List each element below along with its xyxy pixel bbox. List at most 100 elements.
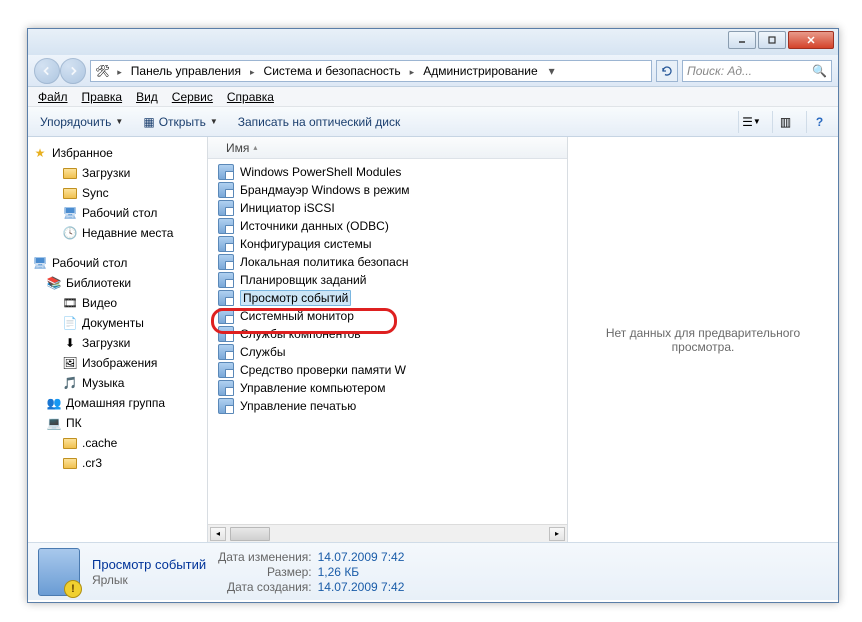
scroll-thumb[interactable] <box>230 527 270 541</box>
file-item-label: Управление печатью <box>240 399 356 413</box>
breadcrumb[interactable]: Администрирование <box>421 63 539 79</box>
nav-pc[interactable]: 💻ПК <box>28 413 207 433</box>
breadcrumb[interactable]: Система и безопасность <box>262 63 403 79</box>
menu-view[interactable]: Вид <box>130 88 164 106</box>
file-item[interactable]: Службы <box>208 343 567 361</box>
minimize-button[interactable] <box>728 31 756 49</box>
file-item[interactable]: Управление печатью <box>208 397 567 415</box>
search-input[interactable]: Поиск: Ад... 🔍 <box>682 60 832 82</box>
nav-homegroup[interactable]: 👥Домашняя группа <box>28 393 207 413</box>
organize-button[interactable]: Упорядочить▼ <box>34 112 129 132</box>
refresh-button[interactable] <box>656 60 678 82</box>
nav-item-cache[interactable]: .cache <box>28 433 207 453</box>
nav-libraries[interactable]: 📚Библиотеки <box>28 273 207 293</box>
shortcut-icon <box>218 182 234 198</box>
file-item[interactable]: Средство проверки памяти W <box>208 361 567 379</box>
file-item[interactable]: Системный монитор <box>208 307 567 325</box>
toolbar: Упорядочить▼ ▦Открыть▼ Записать на оптич… <box>28 107 838 137</box>
location-icon: 🛠 <box>95 64 110 78</box>
back-button[interactable] <box>34 58 60 84</box>
horizontal-scrollbar[interactable]: ◂ ▸ <box>208 524 567 542</box>
file-item[interactable]: Службы компонентов <box>208 325 567 343</box>
shortcut-icon <box>218 218 234 234</box>
library-icon: 📚 <box>46 275 62 291</box>
shortcut-icon <box>218 362 234 378</box>
file-item-label: Брандмауэр Windows в режим <box>240 183 410 197</box>
shortcut-icon <box>218 308 234 324</box>
file-item[interactable]: Планировщик заданий <box>208 271 567 289</box>
open-icon: ▦ <box>143 115 154 129</box>
shortcut-icon <box>218 398 234 414</box>
folder-icon <box>63 188 77 199</box>
file-item-label: Просмотр событий <box>240 290 351 306</box>
menu-file[interactable]: Файл <box>32 88 74 106</box>
details-name: Просмотр событий <box>92 557 206 572</box>
file-item[interactable]: Windows PowerShell Modules <box>208 163 567 181</box>
file-item[interactable]: Просмотр событий <box>208 289 567 307</box>
nav-item-videos[interactable]: 🎞Видео <box>28 293 207 313</box>
file-item-label: Системный монитор <box>240 309 354 323</box>
computer-icon: 💻 <box>46 415 62 431</box>
file-large-icon <box>38 548 80 596</box>
picture-icon: 🖼 <box>62 355 78 371</box>
file-item[interactable]: Инициатор iSCSI <box>208 199 567 217</box>
monitor-icon: 🖥 <box>62 205 78 221</box>
close-button[interactable] <box>788 31 834 49</box>
nav-item-sync[interactable]: Sync <box>28 183 207 203</box>
forward-button[interactable] <box>60 58 86 84</box>
nav-desktop[interactable]: 🖥Рабочий стол <box>28 253 207 273</box>
nav-item-cr3[interactable]: .cr3 <box>28 453 207 473</box>
shortcut-icon <box>218 236 234 252</box>
file-item-label: Инициатор iSCSI <box>240 201 335 215</box>
recent-icon: 🕓 <box>62 225 78 241</box>
scroll-left-button[interactable]: ◂ <box>210 527 226 541</box>
file-item-label: Службы компонентов <box>240 327 361 341</box>
column-header: Имя▴ <box>208 137 567 159</box>
file-item[interactable]: Конфигурация системы <box>208 235 567 253</box>
nav-item-desktop[interactable]: 🖥Рабочий стол <box>28 203 207 223</box>
preview-pane-button[interactable]: ▥ <box>772 111 798 133</box>
shortcut-icon <box>218 254 234 270</box>
help-button[interactable]: ? <box>806 111 832 133</box>
open-button[interactable]: ▦Открыть▼ <box>137 112 223 132</box>
file-list[interactable]: Windows PowerShell Modules Брандмауэр Win… <box>208 159 567 524</box>
nav-favorites[interactable]: Избранное <box>28 143 207 163</box>
address-dropdown[interactable]: ▾ <box>544 61 560 81</box>
column-name[interactable]: Имя▴ <box>218 141 265 155</box>
file-item[interactable]: Источники данных (ODBC) <box>208 217 567 235</box>
nav-item-music[interactable]: 🎵Музыка <box>28 373 207 393</box>
burn-button[interactable]: Записать на оптический диск <box>232 112 407 132</box>
nav-item-pictures[interactable]: 🖼Изображения <box>28 353 207 373</box>
maximize-button[interactable] <box>758 31 786 49</box>
nav-item-downloads[interactable]: Загрузки <box>28 163 207 183</box>
shortcut-icon <box>218 200 234 216</box>
scroll-right-button[interactable]: ▸ <box>549 527 565 541</box>
menu-tools[interactable]: Сервис <box>166 88 219 106</box>
menu-help[interactable]: Справка <box>221 88 280 106</box>
file-item-label: Управление компьютером <box>240 381 385 395</box>
file-item[interactable]: Управление компьютером <box>208 379 567 397</box>
breadcrumb[interactable]: Панель управления <box>129 63 243 79</box>
nav-item-documents[interactable]: 📄Документы <box>28 313 207 333</box>
preview-pane: Нет данных для предварительного просмотр… <box>568 137 838 542</box>
view-options-button[interactable]: ☰ ▼ <box>738 111 764 133</box>
document-icon: 📄 <box>62 315 78 331</box>
nav-item-recent[interactable]: 🕓Недавние места <box>28 223 207 243</box>
file-item-label: Конфигурация системы <box>240 237 371 251</box>
file-list-pane: Имя▴ Windows PowerShell Modules Брандмауэ… <box>208 137 568 542</box>
shortcut-icon <box>218 272 234 288</box>
titlebar <box>28 29 838 55</box>
details-modified: 14.07.2009 7:42 <box>318 550 405 564</box>
search-placeholder: Поиск: Ад... <box>687 64 752 78</box>
menu-edit[interactable]: Правка <box>76 88 129 106</box>
address-bar[interactable]: 🛠 Панель управления Система и безопаснос… <box>90 60 652 82</box>
shortcut-icon <box>218 164 234 180</box>
file-item[interactable]: Брандмауэр Windows в режим <box>208 181 567 199</box>
search-icon: 🔍 <box>812 64 827 78</box>
address-row: 🛠 Панель управления Система и безопаснос… <box>28 55 838 87</box>
details-created-label: Дата создания: <box>218 580 312 594</box>
shortcut-icon <box>218 326 234 342</box>
file-item[interactable]: Локальная политика безопасн <box>208 253 567 271</box>
details-size-label: Размер: <box>218 565 312 579</box>
nav-item-downloads2[interactable]: ⬇Загрузки <box>28 333 207 353</box>
